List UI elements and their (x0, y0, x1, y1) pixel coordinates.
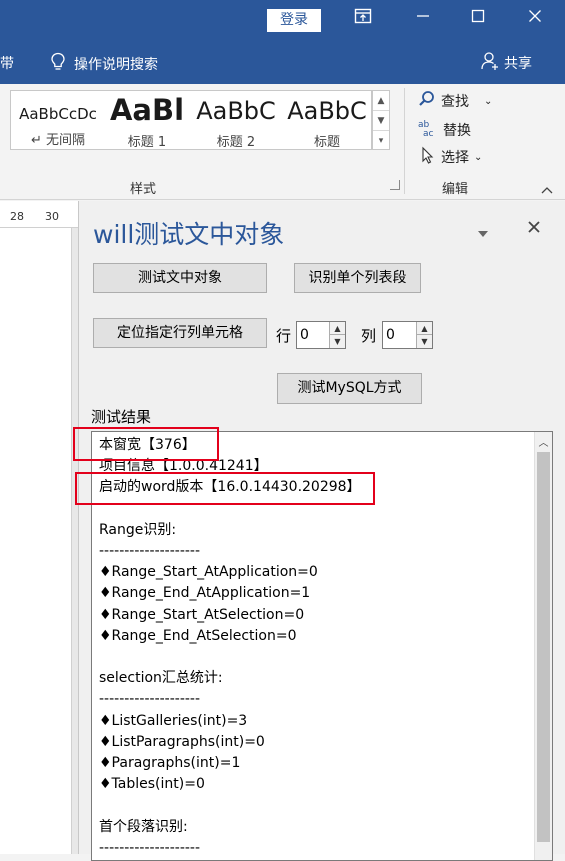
row-spin-buttons[interactable]: ▲ ▼ (329, 322, 345, 348)
spin-down-icon[interactable]: ▼ (330, 335, 345, 348)
test-objects-button[interactable]: 测试文中对象 (93, 263, 267, 293)
close-window-icon[interactable] (520, 8, 550, 32)
find-button[interactable]: 查找 ⌄ (418, 90, 492, 112)
row-label: 行 (276, 327, 292, 345)
style-no-spacing[interactable]: AaBbCcDc ↵ 无间隔 (15, 91, 101, 149)
spin-up-icon[interactable]: ▲ (330, 322, 345, 335)
ribbon-display-options-icon[interactable] (348, 8, 378, 32)
minimize-icon[interactable] (408, 8, 438, 32)
styles-gallery: AaBbCcDc ↵ 无间隔 AaBl 标题 1 AaBbC 标题 2 AaBb… (10, 90, 372, 150)
tell-me-label: 操作说明搜索 (74, 57, 158, 73)
tell-me-search[interactable]: 操作说明搜索 (50, 52, 158, 76)
result-line: ♦Range_End_AtApplication=1 (99, 585, 311, 602)
login-button[interactable]: 登录 (267, 9, 321, 32)
result-line: Range识别: (99, 521, 177, 538)
ruler-mark: 30 (45, 210, 59, 223)
menu-bar: 带 操作说明搜索 共享 (0, 40, 565, 84)
result-line: selection汇总统计: (99, 670, 223, 687)
locate-cell-button[interactable]: 定位指定行列单元格 (93, 318, 267, 348)
highlight-box-word-version (75, 472, 375, 505)
collapse-ribbon-icon[interactable] (540, 180, 554, 199)
person-icon (480, 51, 500, 75)
document-area (0, 228, 78, 854)
share-label: 共享 (504, 56, 532, 72)
result-line: ♦Range_Start_AtApplication=0 (99, 564, 318, 581)
ribbon: AaBbCcDc ↵ 无间隔 AaBl 标题 1 AaBbC 标题 2 AaBb… (0, 84, 565, 200)
style-title[interactable]: AaBbC 标题 (285, 91, 369, 150)
gallery-more-icon[interactable]: ▾ (373, 131, 389, 151)
dialog-launcher-icon[interactable] (390, 180, 400, 190)
share-button[interactable]: 共享 (480, 51, 532, 75)
spin-down-icon[interactable]: ▼ (417, 335, 432, 348)
pane-title: will测试文中对象 (93, 220, 285, 249)
result-line (99, 795, 361, 816)
result-line: ♦Tables(int)=0 (99, 776, 205, 793)
document-page[interactable] (0, 228, 72, 854)
cursor-icon (418, 146, 436, 168)
svg-text:ac: ac (423, 129, 434, 138)
gallery-down-icon[interactable]: ▼ (373, 111, 389, 131)
result-line: 首个段落识别: (99, 818, 188, 835)
select-label: 选择 (441, 150, 469, 166)
row-value: 0 (300, 327, 309, 343)
result-line: -------------------- (99, 543, 201, 560)
column-stepper[interactable]: 0 ▲ ▼ (382, 321, 433, 349)
style-heading-1[interactable]: AaBl 标题 1 (107, 91, 187, 150)
chevron-down-icon: ⌄ (474, 151, 483, 163)
replace-button[interactable]: ab ac 替换 (418, 118, 471, 142)
gallery-scroll: ▲ ▼ ▾ (372, 90, 390, 150)
result-line: -------------------- (99, 839, 201, 856)
identify-list-button[interactable]: 识别单个列表段 (294, 263, 421, 293)
result-scrollbar[interactable]: ︿ (534, 432, 552, 860)
result-line (99, 647, 361, 668)
column-spin-buttons[interactable]: ▲ ▼ (416, 322, 432, 348)
pane-close-icon[interactable] (527, 219, 541, 238)
search-icon (418, 90, 436, 112)
ribbon-separator (404, 88, 405, 194)
result-title: 测试结果 (91, 408, 152, 426)
ribbon-tab-partial[interactable]: 带 (0, 53, 14, 73)
replace-icon: ab ac (418, 118, 438, 142)
test-mysql-button[interactable]: 测试MySQL方式 (277, 373, 422, 404)
task-pane: will测试文中对象 测试文中对象 识别单个列表段 定位指定行列单元格 行 0 … (73, 201, 565, 861)
result-line: -------------------- (99, 691, 201, 708)
row-stepper[interactable]: 0 ▲ ▼ (296, 321, 346, 349)
gallery-up-icon[interactable]: ▲ (373, 91, 389, 111)
result-line: ♦Range_End_AtSelection=0 (99, 627, 297, 644)
result-line: ♦ListGalleries(int)=3 (99, 712, 248, 729)
column-value: 0 (386, 327, 395, 343)
find-label: 查找 (441, 94, 469, 110)
lightbulb-icon (50, 52, 66, 76)
column-label: 列 (361, 327, 377, 345)
scroll-thumb[interactable] (537, 452, 550, 842)
horizontal-ruler: 28 30 (0, 201, 78, 228)
spin-up-icon[interactable]: ▲ (417, 322, 432, 335)
title-bar: 登录 (0, 0, 565, 40)
styles-group-label: 样式 (130, 182, 157, 197)
chevron-down-icon: ⌄ (484, 95, 493, 107)
result-line: ♦Paragraphs(int)=1 (99, 755, 241, 772)
result-line: ♦ListParagraphs(int)=0 (99, 733, 265, 750)
replace-label: 替换 (443, 123, 471, 139)
ruler-mark: 28 (10, 210, 24, 223)
select-button[interactable]: 选择 ⌄ (418, 146, 482, 168)
style-heading-2[interactable]: AaBbC 标题 2 (195, 91, 277, 150)
editing-group-label: 编辑 (442, 182, 469, 197)
maximize-icon[interactable] (463, 8, 493, 32)
pane-options-icon[interactable] (477, 223, 489, 242)
highlight-box-window-width (73, 427, 219, 461)
scroll-up-icon[interactable]: ︿ (535, 434, 552, 449)
result-line: ♦Range_Start_AtSelection=0 (99, 606, 305, 623)
